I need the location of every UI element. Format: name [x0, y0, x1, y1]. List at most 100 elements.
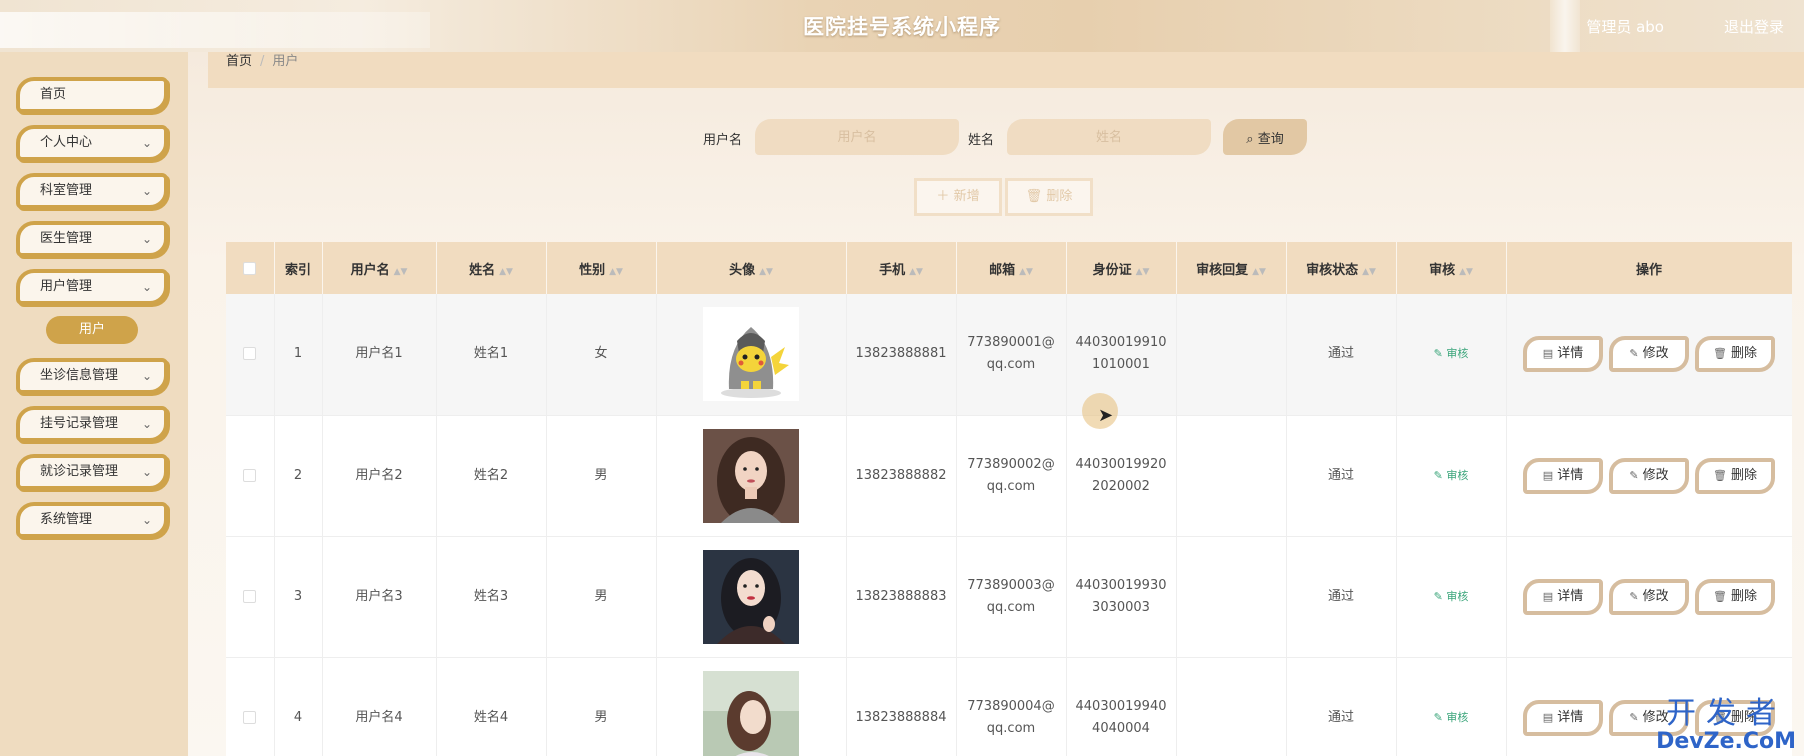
sidebar-item-label: 系统管理 — [40, 512, 93, 527]
table-row: 3 用户名3 姓名3 男 13823888883 773890003@ qq.c… — [226, 536, 1792, 658]
review-link[interactable]: ✎ 审核 — [1434, 590, 1469, 603]
edit-button[interactable]: ✎ 修改 — [1609, 457, 1689, 494]
sidebar-item-label: 挂号记录管理 — [40, 416, 119, 431]
watermark-logo: 开发者 DevZe.CoM — [1656, 698, 1796, 754]
sidebar-item-departments[interactable]: 科室管理 ⌄ — [16, 173, 168, 209]
cell-review-reply — [1176, 415, 1287, 537]
row-select — [226, 657, 275, 756]
search-icon: ⌕ — [1246, 131, 1258, 147]
username-input[interactable] — [755, 119, 959, 155]
edit-icon: ✎ — [1629, 710, 1639, 724]
edit-pen-icon: ✎ — [1433, 589, 1447, 603]
avatar-image — [703, 428, 799, 523]
sidebar-item-label: 坐诊信息管理 — [40, 368, 119, 383]
cell-name: 姓名2 — [436, 415, 547, 537]
cell-review-status: 通过 — [1286, 536, 1397, 658]
review-link[interactable]: ✎ 审核 — [1434, 711, 1469, 724]
detail-button[interactable]: ▤ 详情 — [1523, 699, 1603, 736]
cell-avatar — [656, 415, 847, 537]
detail-button[interactable]: ▤ 详情 — [1523, 578, 1603, 615]
header-name[interactable]: 姓名 ▲▼ — [436, 242, 547, 294]
name-label: 姓名 — [968, 133, 995, 148]
sidebar-item-visit-records[interactable]: 就诊记录管理 ⌄ — [16, 454, 168, 490]
row-select — [226, 294, 275, 416]
chevron-down-icon: ⌄ — [141, 369, 152, 383]
sidebar: 首页 个人中心 ⌄ 科室管理 ⌄ 医生管理 ⌄ 用户管理 ⌄ 用户 坐诊信息管理… — [0, 52, 188, 756]
cell-review-status: 通过 — [1286, 415, 1397, 537]
header-actions: 操作 — [1506, 242, 1792, 294]
sort-icon: ▲▼ — [609, 266, 623, 277]
cell-phone: 13823888883 — [846, 536, 957, 658]
header-avatar[interactable]: 头像 ▲▼ — [656, 242, 847, 294]
sidebar-item-personal-center[interactable]: 个人中心 ⌄ — [16, 125, 168, 161]
sidebar-item-label: 个人中心 — [40, 135, 93, 150]
sort-icon: ▲▼ — [393, 266, 408, 277]
header-gender[interactable]: 性别 ▲▼ — [546, 242, 657, 294]
header-username[interactable]: 用户名 ▲▼ — [322, 242, 437, 294]
header-review-status[interactable]: 审核状态 ▲▼ — [1286, 242, 1397, 294]
user-table-container: 索引 用户名 ▲▼ 姓名 ▲▼ 性别 ▲▼ 头像 ▲▼ 手机 ▲▼ 邮箱 ▲▼ 身份证 ▲▼ … — [226, 242, 1792, 756]
query-button[interactable]: ⌕ 查询 — [1223, 119, 1307, 155]
row-checkbox[interactable] — [243, 710, 257, 724]
select-all-checkbox[interactable] — [243, 261, 257, 275]
batch-delete-button[interactable]: 🗑 删除 — [1005, 178, 1093, 216]
document-icon: ▤ — [1542, 468, 1554, 482]
header-review-reply[interactable]: 审核回复 ▲▼ — [1176, 242, 1287, 294]
delete-button[interactable]: 🗑 删除 — [1695, 336, 1775, 373]
detail-button[interactable]: ▤ 详情 — [1523, 336, 1603, 373]
delete-button[interactable]: 🗑 删除 — [1695, 457, 1775, 494]
edit-button[interactable]: ✎ 修改 — [1609, 336, 1689, 373]
delete-button[interactable]: 🗑 删除 — [1695, 578, 1775, 615]
cell-index: 1 — [274, 294, 323, 416]
detail-button[interactable]: ▤ 详情 — [1523, 457, 1603, 494]
add-button[interactable]: ＋ 新增 — [914, 178, 1002, 216]
header-email[interactable]: 邮箱 ▲▼ — [956, 242, 1067, 294]
sort-icon: ▲▼ — [909, 266, 923, 277]
logout-link[interactable]: 退出登录 — [1724, 16, 1784, 37]
sidebar-item-doctors[interactable]: 医生管理 ⌄ — [16, 221, 168, 257]
breadcrumb-home[interactable]: 首页 — [226, 54, 252, 69]
header-id-card[interactable]: 身份证 ▲▼ — [1066, 242, 1177, 294]
trash-icon: 🗑 — [1713, 468, 1727, 482]
avatar-image — [703, 549, 799, 644]
sidebar-subitem-users[interactable]: 用户 — [46, 316, 138, 344]
cell-name: 姓名4 — [436, 657, 547, 756]
sort-icon: ▲▼ — [759, 266, 773, 277]
header-phone[interactable]: 手机 ▲▼ — [846, 242, 957, 294]
cell-username: 用户名4 — [322, 657, 437, 756]
review-link[interactable]: ✎ 审核 — [1434, 347, 1469, 360]
breadcrumb: 首页 / 用户 — [208, 52, 1804, 88]
sidebar-item-label: 医生管理 — [40, 231, 93, 246]
table-row: 2 用户名2 姓名2 男 13823888882 773890002@ qq.c… — [226, 415, 1792, 537]
cell-review-reply — [1176, 294, 1287, 416]
edit-icon: ✎ — [1629, 468, 1639, 482]
cell-review-status: 通过 — [1286, 294, 1397, 416]
watermark-line2: DevZe.CoM — [1656, 729, 1796, 754]
row-checkbox[interactable] — [243, 468, 257, 482]
cell-name: 姓名3 — [436, 536, 547, 658]
sidebar-item-users[interactable]: 用户管理 ⌄ — [16, 269, 168, 305]
cell-phone: 13823888881 — [846, 294, 957, 416]
sidebar-item-registration-records[interactable]: 挂号记录管理 ⌄ — [16, 406, 168, 442]
avatar-image — [703, 307, 799, 402]
cell-name: 姓名1 — [436, 294, 547, 416]
cell-email: 773890001@ qq.com — [956, 294, 1067, 416]
edit-button[interactable]: ✎ 修改 — [1609, 578, 1689, 615]
row-select — [226, 536, 275, 658]
sidebar-item-home[interactable]: 首页 — [16, 77, 168, 113]
mouse-cursor-icon: ➤ — [1098, 405, 1114, 426]
name-input[interactable] — [1007, 119, 1211, 155]
row-checkbox[interactable] — [243, 347, 257, 361]
row-checkbox[interactable] — [243, 589, 257, 603]
cell-username: 用户名2 — [322, 415, 437, 537]
sort-icon: ▲▼ — [1459, 266, 1473, 277]
cell-actions: ▤ 详情 ✎ 修改 🗑 删除 — [1506, 415, 1792, 537]
sidebar-item-system[interactable]: 系统管理 ⌄ — [16, 502, 168, 538]
cell-username: 用户名3 — [322, 536, 437, 658]
review-link[interactable]: ✎ 审核 — [1434, 469, 1469, 482]
watermark-line1: 开发者 — [1666, 696, 1787, 731]
header-review[interactable]: 审核 ▲▼ — [1396, 242, 1507, 294]
sidebar-item-clinic-schedule[interactable]: 坐诊信息管理 ⌄ — [16, 358, 168, 394]
document-icon: ▤ — [1542, 589, 1554, 603]
chevron-down-icon: ⌄ — [141, 280, 152, 294]
